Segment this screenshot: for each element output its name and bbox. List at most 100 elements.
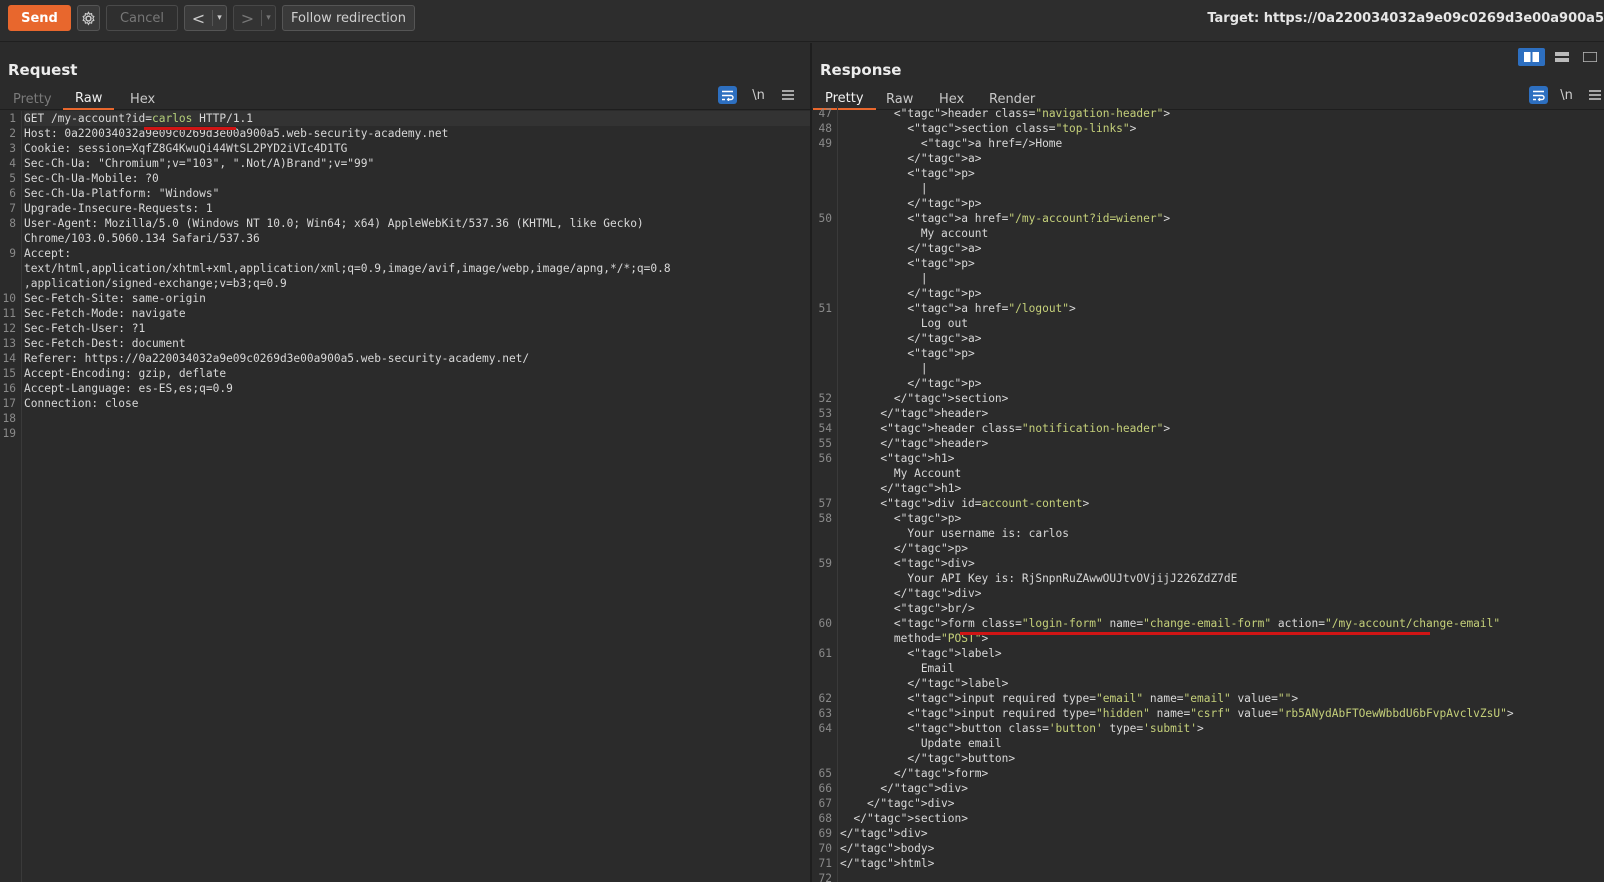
response-code-line[interactable]: <"tagc">p> [840, 166, 1604, 181]
response-code-line[interactable]: </"tagc">a> [840, 151, 1604, 166]
response-code-line[interactable]: <"tagc">div> [840, 556, 1604, 571]
response-code-line[interactable]: </"tagc">div> [840, 781, 1604, 796]
newline-toggle-icon[interactable]: \n [1557, 86, 1576, 104]
newline-toggle-icon[interactable]: \n [749, 86, 768, 104]
response-code-line[interactable]: Update email [840, 736, 1604, 751]
response-code-line[interactable]: Your API Key is: RjSnpnRuZAwwOUJtvOVjijJ… [840, 571, 1604, 586]
response-code-line[interactable]: My Account [840, 466, 1604, 481]
response-code-line[interactable]: <"tagc">label> [840, 646, 1604, 661]
response-code-line[interactable]: </"tagc">header> [840, 406, 1604, 421]
response-code-line[interactable]: <"tagc">p> [840, 256, 1604, 271]
request-code-line[interactable]: Accept: [24, 246, 810, 261]
response-code-line[interactable]: <"tagc">a href=/>Home [840, 136, 1604, 151]
response-code-line[interactable]: </"tagc">h1> [840, 481, 1604, 496]
response-code-line[interactable]: </"tagc">section> [840, 811, 1604, 826]
response-code-line[interactable]: </"tagc">body> [840, 841, 1604, 856]
tab-request-pretty[interactable]: Pretty [1, 88, 64, 110]
tab-request-hex[interactable]: Hex [118, 88, 167, 110]
response-code-line[interactable]: <"tagc">h1> [840, 451, 1604, 466]
response-code-line[interactable]: <"tagc">p> [840, 511, 1604, 526]
response-code-line[interactable]: </"tagc">button> [840, 751, 1604, 766]
request-code-line[interactable]: Cookie: session=XqfZ8G4KwuQi44WtSL2PYD2i… [24, 141, 810, 156]
target-url[interactable]: Target: https://0a220034032a9e09c0269d3e… [1207, 11, 1604, 26]
request-code-line[interactable] [24, 426, 810, 441]
request-editor[interactable]: 1 2 3 4 5 6 7 8 9 10 11 12 13 14 15 16 17 18 19 GET /my-ac… [0, 111, 810, 882]
response-code-line[interactable]: | [840, 271, 1604, 286]
response-code-line[interactable]: <"tagc">header class="navigation-header"… [840, 106, 1604, 121]
response-code-line[interactable]: </"tagc">p> [840, 541, 1604, 556]
layout-tabs-icon[interactable] [1576, 48, 1603, 66]
tab-request-raw[interactable]: Raw [63, 88, 115, 110]
request-lines[interactable]: GET /my-account?id=carlos HTTP/1.1 Host: … [24, 111, 810, 882]
request-code-line[interactable]: Sec-Ch-Ua-Platform: "Windows" [24, 186, 810, 201]
response-code-line[interactable]: </"tagc">div> [840, 586, 1604, 601]
request-code-line[interactable]: text/html,application/xhtml+xml,applicat… [24, 261, 810, 276]
response-code-line[interactable] [840, 871, 1604, 882]
wrap-lines-icon[interactable] [1529, 86, 1548, 104]
back-dropdown-icon[interactable]: ▾ [212, 10, 226, 26]
response-code-line[interactable]: My account [840, 226, 1604, 241]
response-code-line[interactable]: </"tagc">a> [840, 331, 1604, 346]
request-code-line[interactable]: Sec-Fetch-Dest: document [24, 336, 810, 351]
response-code-line[interactable]: <"tagc">form class="login-form" name="ch… [840, 616, 1604, 631]
request-code-line[interactable]: Sec-Ch-Ua-Mobile: ?0 [24, 171, 810, 186]
response-code-line[interactable]: <"tagc">br/> [840, 601, 1604, 616]
response-line-number [812, 286, 837, 301]
send-button[interactable]: Send [8, 5, 71, 31]
request-code-line[interactable]: Connection: close [24, 396, 810, 411]
response-code-line[interactable]: </"tagc">p> [840, 286, 1604, 301]
response-code-line[interactable]: Your username is: carlos [840, 526, 1604, 541]
response-code-line[interactable]: </"tagc">div> [840, 826, 1604, 841]
request-code-line[interactable]: ,application/signed-exchange;v=b3;q=0.9 [24, 276, 810, 291]
response-code-line[interactable]: </"tagc">section> [840, 391, 1604, 406]
response-code-line[interactable]: </"tagc">header> [840, 436, 1604, 451]
response-editor[interactable]: 47 48 49 50 51 52 53 54 55 56 57 58 59 60 61 62 63 64 65 66… [812, 106, 1604, 882]
layout-stacked-icon[interactable] [1548, 48, 1575, 66]
response-code-line[interactable]: <"tagc">input required type="hidden" nam… [840, 706, 1604, 721]
response-code-line[interactable]: </"tagc">div> [840, 796, 1604, 811]
settings-button[interactable] [77, 5, 100, 31]
request-code-line[interactable]: Accept-Language: es-ES,es;q=0.9 [24, 381, 810, 396]
hamburger-menu-icon[interactable] [778, 86, 797, 104]
back-button[interactable]: < ▾ [184, 5, 227, 31]
request-code-line[interactable] [24, 411, 810, 426]
wrap-lines-icon[interactable] [718, 86, 737, 104]
request-code-line[interactable]: Chrome/103.0.5060.134 Safari/537.36 [24, 231, 810, 246]
request-code-line[interactable]: Sec-Fetch-Mode: navigate [24, 306, 810, 321]
hamburger-menu-icon[interactable] [1585, 86, 1604, 104]
response-code-line[interactable]: Email [840, 661, 1604, 676]
response-code-line[interactable]: </"tagc">html> [840, 856, 1604, 871]
forward-button[interactable]: > ▾ [233, 5, 276, 31]
response-code-line[interactable]: </"tagc">form> [840, 766, 1604, 781]
request-code-line[interactable]: User-Agent: Mozilla/5.0 (Windows NT 10.0… [24, 216, 810, 231]
request-code-line[interactable]: Upgrade-Insecure-Requests: 1 [24, 201, 810, 216]
response-code-line[interactable]: | [840, 181, 1604, 196]
response-code-line[interactable]: <"tagc">section class="top-links"> [840, 121, 1604, 136]
response-code-line[interactable]: Log out [840, 316, 1604, 331]
response-lines[interactable]: <"tagc">header class="navigation-header"… [840, 106, 1604, 882]
response-code-line[interactable]: </"tagc">p> [840, 196, 1604, 211]
forward-dropdown-icon[interactable]: ▾ [261, 10, 275, 26]
response-code-line[interactable]: <"tagc">p> [840, 346, 1604, 361]
request-code-line[interactable]: Sec-Fetch-Site: same-origin [24, 291, 810, 306]
response-code-line[interactable]: | [840, 361, 1604, 376]
follow-redirection-button[interactable]: Follow redirection [282, 5, 415, 31]
request-code-line[interactable]: Sec-Fetch-User: ?1 [24, 321, 810, 336]
response-code-line[interactable]: </"tagc">p> [840, 376, 1604, 391]
response-code-line[interactable]: <"tagc">a href="/logout"> [840, 301, 1604, 316]
request-line-number: 3 [9, 142, 16, 155]
cancel-button[interactable]: Cancel [106, 5, 178, 31]
response-code-line[interactable]: <"tagc">div id=account-content> [840, 496, 1604, 511]
request-code-line[interactable]: Referer: https://0a220034032a9e09c0269d3… [24, 351, 810, 366]
response-code-line[interactable]: </"tagc">a> [840, 241, 1604, 256]
layout-side-by-side-icon[interactable] [1518, 48, 1545, 66]
request-code-line[interactable]: Host: 0a220034032a9e09c0269d3e00a900a5.w… [24, 126, 810, 141]
response-code-line[interactable]: <"tagc">input required type="email" name… [840, 691, 1604, 706]
request-code-line[interactable]: GET /my-account?id=carlos HTTP/1.1 [24, 111, 810, 126]
response-code-line[interactable]: </"tagc">label> [840, 676, 1604, 691]
request-code-line[interactable]: Accept-Encoding: gzip, deflate [24, 366, 810, 381]
response-code-line[interactable]: <"tagc">header class="notification-heade… [840, 421, 1604, 436]
response-code-line[interactable]: <"tagc">button class='button' type='subm… [840, 721, 1604, 736]
request-code-line[interactable]: Sec-Ch-Ua: "Chromium";v="103", ".Not/A)B… [24, 156, 810, 171]
response-code-line[interactable]: <"tagc">a href="/my-account?id=wiener"> [840, 211, 1604, 226]
